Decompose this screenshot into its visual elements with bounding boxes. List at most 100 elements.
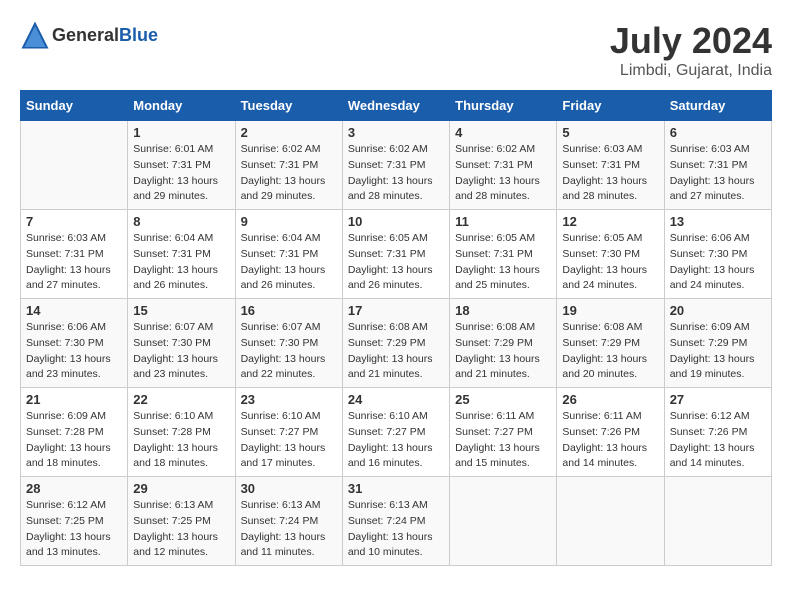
calendar-cell: [664, 477, 771, 566]
calendar-cell: 4 Sunrise: 6:02 AMSunset: 7:31 PMDaylight…: [450, 121, 557, 210]
day-number: 23: [241, 392, 337, 407]
logo: GeneralBlue: [20, 20, 158, 50]
day-info: Sunrise: 6:04 AMSunset: 7:31 PMDaylight:…: [133, 231, 229, 294]
day-info: Sunrise: 6:11 AMSunset: 7:27 PMDaylight:…: [455, 409, 551, 472]
day-number: 19: [562, 303, 658, 318]
day-number: 7: [26, 214, 122, 229]
day-number: 20: [670, 303, 766, 318]
day-number: 3: [348, 125, 444, 140]
day-info: Sunrise: 6:10 AMSunset: 7:27 PMDaylight:…: [241, 409, 337, 472]
day-info: Sunrise: 6:13 AMSunset: 7:25 PMDaylight:…: [133, 498, 229, 561]
day-info: Sunrise: 6:10 AMSunset: 7:28 PMDaylight:…: [133, 409, 229, 472]
calendar-cell: 30 Sunrise: 6:13 AMSunset: 7:24 PMDayligh…: [235, 477, 342, 566]
column-header-thursday: Thursday: [450, 91, 557, 121]
day-info: Sunrise: 6:06 AMSunset: 7:30 PMDaylight:…: [26, 320, 122, 383]
day-info: Sunrise: 6:12 AMSunset: 7:26 PMDaylight:…: [670, 409, 766, 472]
day-info: Sunrise: 6:02 AMSunset: 7:31 PMDaylight:…: [241, 142, 337, 205]
calendar-cell: 5Sunrise: 6:03 AMSunset: 7:31 PMDaylight…: [557, 121, 664, 210]
day-info: Sunrise: 6:09 AMSunset: 7:29 PMDaylight:…: [670, 320, 766, 383]
day-info: Sunrise: 6:08 AMSunset: 7:29 PMDaylight:…: [348, 320, 444, 383]
calendar-cell: 24Sunrise: 6:10 AMSunset: 7:27 PMDayligh…: [342, 388, 449, 477]
day-number: 21: [26, 392, 122, 407]
column-header-saturday: Saturday: [664, 91, 771, 121]
day-info: Sunrise: 6:05 AMSunset: 7:31 PMDaylight:…: [348, 231, 444, 294]
day-number: 1: [133, 125, 229, 140]
calendar-cell: 8 Sunrise: 6:04 AMSunset: 7:31 PMDaylight…: [128, 210, 235, 299]
logo-blue-text: Blue: [119, 25, 158, 45]
calendar-cell: 9Sunrise: 6:04 AMSunset: 7:31 PMDaylight…: [235, 210, 342, 299]
title-area: July 2024 Limbdi, Gujarat, India: [610, 20, 772, 80]
day-info: Sunrise: 6:06 AMSunset: 7:30 PMDaylight:…: [670, 231, 766, 294]
calendar-cell: 14 Sunrise: 6:06 AMSunset: 7:30 PMDayligh…: [21, 299, 128, 388]
column-header-sunday: Sunday: [21, 91, 128, 121]
day-number: 15: [133, 303, 229, 318]
calendar-cell: [21, 121, 128, 210]
column-header-tuesday: Tuesday: [235, 91, 342, 121]
day-number: 13: [670, 214, 766, 229]
calendar-cell: 25 Sunrise: 6:11 AMSunset: 7:27 PMDayligh…: [450, 388, 557, 477]
calendar-cell: 27 Sunrise: 6:12 AMSunset: 7:26 PMDayligh…: [664, 388, 771, 477]
calendar-cell: 23 Sunrise: 6:10 AMSunset: 7:27 PMDayligh…: [235, 388, 342, 477]
day-info: Sunrise: 6:07 AMSunset: 7:30 PMDaylight:…: [133, 320, 229, 383]
calendar-cell: 11Sunrise: 6:05 AMSunset: 7:31 PMDayligh…: [450, 210, 557, 299]
day-info: Sunrise: 6:13 AMSunset: 7:24 PMDaylight:…: [241, 498, 337, 561]
day-info: Sunrise: 6:10 AMSunset: 7:27 PMDaylight:…: [348, 409, 444, 472]
calendar-cell: 1 Sunrise: 6:01 AMSunset: 7:31 PMDaylight…: [128, 121, 235, 210]
calendar-table: SundayMondayTuesdayWednesdayThursdayFrid…: [20, 90, 772, 566]
day-number: 4: [455, 125, 551, 140]
day-number: 29: [133, 481, 229, 496]
month-title: July 2024: [610, 20, 772, 62]
day-number: 27: [670, 392, 766, 407]
day-number: 17: [348, 303, 444, 318]
calendar-cell: 16Sunrise: 6:07 AMSunset: 7:30 PMDayligh…: [235, 299, 342, 388]
calendar-week-row: 21 Sunrise: 6:09 AMSunset: 7:28 PMDayligh…: [21, 388, 772, 477]
calendar-cell: 21 Sunrise: 6:09 AMSunset: 7:28 PMDayligh…: [21, 388, 128, 477]
calendar-cell: 2 Sunrise: 6:02 AMSunset: 7:31 PMDaylight…: [235, 121, 342, 210]
logo-icon: [20, 20, 50, 50]
day-info: Sunrise: 6:04 AMSunset: 7:31 PMDaylight:…: [241, 231, 337, 294]
calendar-cell: 7 Sunrise: 6:03 AMSunset: 7:31 PMDaylight…: [21, 210, 128, 299]
day-info: Sunrise: 6:08 AMSunset: 7:29 PMDaylight:…: [455, 320, 551, 383]
day-info: Sunrise: 6:05 AMSunset: 7:31 PMDaylight:…: [455, 231, 551, 294]
day-number: 2: [241, 125, 337, 140]
day-number: 18: [455, 303, 551, 318]
day-number: 14: [26, 303, 122, 318]
day-number: 26: [562, 392, 658, 407]
column-header-friday: Friday: [557, 91, 664, 121]
calendar-cell: [557, 477, 664, 566]
day-info: Sunrise: 6:08 AMSunset: 7:29 PMDaylight:…: [562, 320, 658, 383]
day-number: 30: [241, 481, 337, 496]
calendar-cell: 20 Sunrise: 6:09 AMSunset: 7:29 PMDayligh…: [664, 299, 771, 388]
column-header-wednesday: Wednesday: [342, 91, 449, 121]
day-number: 28: [26, 481, 122, 496]
calendar-cell: 19 Sunrise: 6:08 AMSunset: 7:29 PMDayligh…: [557, 299, 664, 388]
day-info: Sunrise: 6:01 AMSunset: 7:31 PMDaylight:…: [133, 142, 229, 205]
day-info: Sunrise: 6:03 AMSunset: 7:31 PMDaylight:…: [26, 231, 122, 294]
calendar-cell: 22Sunrise: 6:10 AMSunset: 7:28 PMDayligh…: [128, 388, 235, 477]
day-number: 5: [562, 125, 658, 140]
column-header-monday: Monday: [128, 91, 235, 121]
calendar-cell: 12 Sunrise: 6:05 AMSunset: 7:30 PMDayligh…: [557, 210, 664, 299]
calendar-cell: 17 Sunrise: 6:08 AMSunset: 7:29 PMDayligh…: [342, 299, 449, 388]
calendar-header-row: SundayMondayTuesdayWednesdayThursdayFrid…: [21, 91, 772, 121]
day-info: Sunrise: 6:05 AMSunset: 7:30 PMDaylight:…: [562, 231, 658, 294]
day-number: 8: [133, 214, 229, 229]
day-info: Sunrise: 6:02 AMSunset: 7:31 PMDaylight:…: [348, 142, 444, 205]
page-header: GeneralBlue July 2024 Limbdi, Gujarat, I…: [20, 20, 772, 80]
calendar-cell: 26Sunrise: 6:11 AMSunset: 7:26 PMDayligh…: [557, 388, 664, 477]
day-number: 12: [562, 214, 658, 229]
day-number: 6: [670, 125, 766, 140]
day-info: Sunrise: 6:09 AMSunset: 7:28 PMDaylight:…: [26, 409, 122, 472]
logo-general-text: General: [52, 25, 119, 45]
day-info: Sunrise: 6:02 AMSunset: 7:31 PMDaylight:…: [455, 142, 551, 205]
calendar-cell: 13 Sunrise: 6:06 AMSunset: 7:30 PMDayligh…: [664, 210, 771, 299]
calendar-cell: 18 Sunrise: 6:08 AMSunset: 7:29 PMDayligh…: [450, 299, 557, 388]
calendar-week-row: 7 Sunrise: 6:03 AMSunset: 7:31 PMDaylight…: [21, 210, 772, 299]
day-info: Sunrise: 6:03 AMSunset: 7:31 PMDaylight:…: [670, 142, 766, 205]
calendar-cell: 28Sunrise: 6:12 AMSunset: 7:25 PMDayligh…: [21, 477, 128, 566]
day-info: Sunrise: 6:13 AMSunset: 7:24 PMDaylight:…: [348, 498, 444, 561]
day-number: 25: [455, 392, 551, 407]
calendar-week-row: 1 Sunrise: 6:01 AMSunset: 7:31 PMDaylight…: [21, 121, 772, 210]
calendar-cell: 15 Sunrise: 6:07 AMSunset: 7:30 PMDayligh…: [128, 299, 235, 388]
calendar-cell: 31Sunrise: 6:13 AMSunset: 7:24 PMDayligh…: [342, 477, 449, 566]
